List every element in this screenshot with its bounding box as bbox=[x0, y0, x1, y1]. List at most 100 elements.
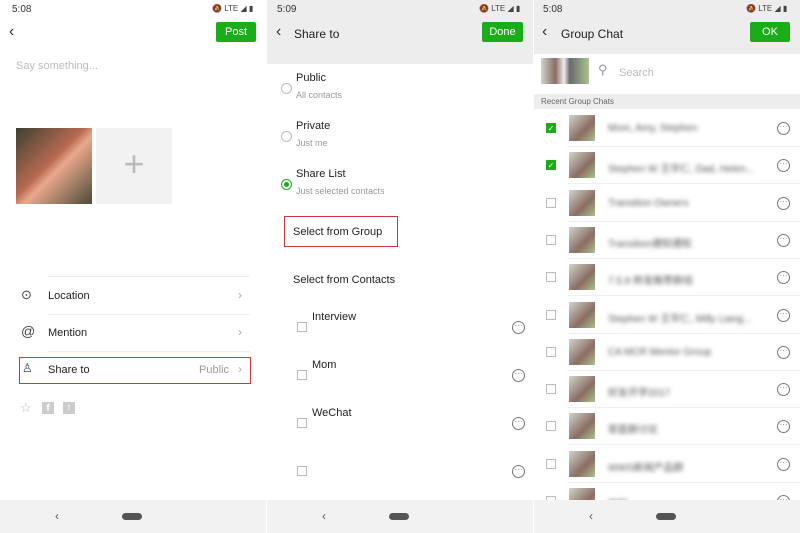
menu-location[interactable]: ⊙ Location › bbox=[16, 284, 250, 308]
share-value: Public bbox=[199, 364, 229, 376]
group-item[interactable]: WWS新闻产品群 ··· bbox=[534, 446, 800, 483]
photo-thumbnail[interactable] bbox=[16, 128, 92, 204]
checkbox[interactable] bbox=[546, 346, 556, 357]
group-item[interactable]: 家庭群讨论 ··· bbox=[534, 408, 800, 446]
group-avatar bbox=[569, 301, 595, 328]
group-name: CA MCR Mentor Group bbox=[608, 346, 712, 358]
status-time: 5:08 bbox=[12, 4, 32, 15]
radio-selected[interactable] bbox=[281, 179, 292, 190]
status-icons: 🔕 LTE ◢ ▮ bbox=[212, 4, 254, 13]
group-item[interactable]: Stephen W 王华仁, Milly Liang... ··· bbox=[534, 297, 800, 334]
group-item[interactable]: Transition通知通知 ··· bbox=[534, 222, 800, 259]
group-chat-screen: 5:08 🔕 LTE ◢ ▮ ‹ Group Chat OK ⚲ Search … bbox=[534, 0, 800, 533]
option-private[interactable]: Private Just me bbox=[281, 118, 521, 152]
contact-name: Mom bbox=[312, 359, 337, 371]
contact-item[interactable]: WeChat ··· bbox=[297, 406, 525, 436]
done-button[interactable]: Done bbox=[482, 22, 523, 42]
radio[interactable] bbox=[281, 131, 292, 142]
group-item[interactable]: CA MCR Mentor Group ··· bbox=[534, 334, 800, 371]
nav-home-button[interactable] bbox=[389, 513, 409, 520]
post-screen: 5:08 🔕 LTE ◢ ▮ ‹ Post Say something... +… bbox=[0, 0, 266, 533]
group-name: Mom, Amy, Stephen bbox=[608, 123, 698, 134]
more-icon[interactable]: ··· bbox=[777, 308, 790, 322]
checkbox[interactable] bbox=[546, 309, 556, 320]
option-share-list[interactable]: Share List Just selected contacts bbox=[281, 166, 521, 200]
back-button[interactable]: ‹ bbox=[276, 23, 281, 41]
nav-home-button[interactable] bbox=[122, 513, 142, 520]
more-icon[interactable]: ··· bbox=[777, 271, 790, 285]
back-button[interactable]: ‹ bbox=[542, 23, 547, 41]
checkbox[interactable] bbox=[546, 197, 556, 208]
more-icon[interactable]: ··· bbox=[777, 196, 790, 210]
group-avatar bbox=[569, 226, 595, 253]
more-icon[interactable]: ··· bbox=[777, 345, 790, 359]
select-from-group-button[interactable]: Select from Group bbox=[293, 226, 382, 238]
more-icon[interactable]: ··· bbox=[512, 321, 525, 334]
checkbox[interactable] bbox=[546, 384, 556, 395]
group-item[interactable]: ✓ Stephen W 王华仁, Dad, Helen... ··· bbox=[534, 147, 800, 185]
back-button[interactable]: ‹ bbox=[9, 23, 14, 41]
search-input[interactable]: Search bbox=[619, 67, 654, 79]
group-item[interactable]: 7.5.9 转发推荐群组 ··· bbox=[534, 259, 800, 297]
group-avatar bbox=[569, 152, 595, 179]
checkbox[interactable] bbox=[546, 458, 556, 469]
option-label: Share List bbox=[296, 168, 346, 180]
checkbox[interactable]: ✓ bbox=[546, 123, 556, 133]
more-icon[interactable]: ··· bbox=[777, 420, 790, 434]
menu-label: Share to bbox=[48, 364, 90, 376]
network-label: LTE bbox=[491, 4, 506, 13]
at-icon: @ bbox=[21, 323, 36, 339]
more-icon[interactable]: ··· bbox=[777, 383, 790, 397]
nav-back-button[interactable]: ‹ bbox=[55, 509, 59, 523]
more-icon[interactable]: ··· bbox=[777, 122, 790, 135]
group-name: Transition通知通知 bbox=[608, 238, 692, 250]
selected-avatars bbox=[541, 58, 589, 84]
checkbox[interactable] bbox=[297, 418, 307, 428]
select-from-contacts-label: Select from Contacts bbox=[293, 274, 396, 286]
more-icon[interactable]: ··· bbox=[777, 457, 790, 471]
checkbox[interactable]: ✓ bbox=[546, 160, 556, 171]
group-name: 好友开学2017 bbox=[608, 388, 671, 400]
contact-item[interactable]: Interview ··· bbox=[297, 310, 525, 340]
contact-item[interactable]: ··· bbox=[297, 454, 525, 484]
checkbox[interactable] bbox=[297, 466, 307, 476]
post-button[interactable]: Post bbox=[216, 22, 256, 42]
more-icon[interactable]: ··· bbox=[512, 369, 525, 382]
more-icon[interactable]: ··· bbox=[777, 159, 790, 173]
group-avatar bbox=[569, 264, 595, 291]
checkbox[interactable] bbox=[546, 272, 556, 283]
group-name: Transition Owners bbox=[608, 197, 689, 209]
group-item[interactable]: Transition Owners ··· bbox=[534, 185, 800, 222]
add-photo-button[interactable]: + bbox=[96, 128, 172, 204]
checkbox[interactable] bbox=[546, 234, 556, 245]
more-icon[interactable]: ··· bbox=[512, 465, 525, 478]
nav-bar: ‹ bbox=[0, 500, 266, 533]
checkbox[interactable] bbox=[297, 322, 307, 332]
menu-mention[interactable]: @ Mention › bbox=[16, 321, 250, 345]
group-item[interactable]: ✓ Mom, Amy, Stephen ··· bbox=[534, 110, 800, 147]
option-sub: Just selected contacts bbox=[296, 186, 385, 196]
contact-item[interactable]: Mom ··· bbox=[297, 358, 525, 388]
star-icon[interactable]: ☆ bbox=[20, 400, 32, 416]
more-icon[interactable]: ··· bbox=[777, 233, 790, 247]
group-avatar bbox=[569, 115, 595, 141]
group-name: 7.5.9 转发推荐群组 bbox=[608, 276, 694, 288]
checkbox[interactable] bbox=[546, 421, 556, 432]
group-name: Stephen W 王华仁, Milly Liang... bbox=[608, 313, 752, 325]
post-text-input[interactable]: Say something... bbox=[16, 60, 98, 72]
nav-back-button[interactable]: ‹ bbox=[589, 509, 593, 523]
checkbox[interactable] bbox=[297, 370, 307, 380]
menu-share-to[interactable]: ♙ Share to Public › bbox=[16, 358, 250, 382]
group-item[interactable]: 好友开学2017 ··· bbox=[534, 371, 800, 409]
group-name: WWS新闻产品群 bbox=[608, 462, 684, 474]
option-public[interactable]: Public All contacts bbox=[281, 70, 521, 104]
more-icon[interactable]: ··· bbox=[512, 417, 525, 430]
person-icon: ♙ bbox=[22, 361, 33, 375]
ok-button[interactable]: OK bbox=[750, 22, 790, 42]
status-time: 5:08 bbox=[543, 4, 563, 15]
nav-back-button[interactable]: ‹ bbox=[322, 509, 326, 523]
facebook-icon[interactable]: f bbox=[42, 402, 54, 414]
nav-home-button[interactable] bbox=[656, 513, 676, 520]
radio[interactable] bbox=[281, 83, 292, 94]
twitter-icon[interactable]: t bbox=[63, 402, 75, 414]
